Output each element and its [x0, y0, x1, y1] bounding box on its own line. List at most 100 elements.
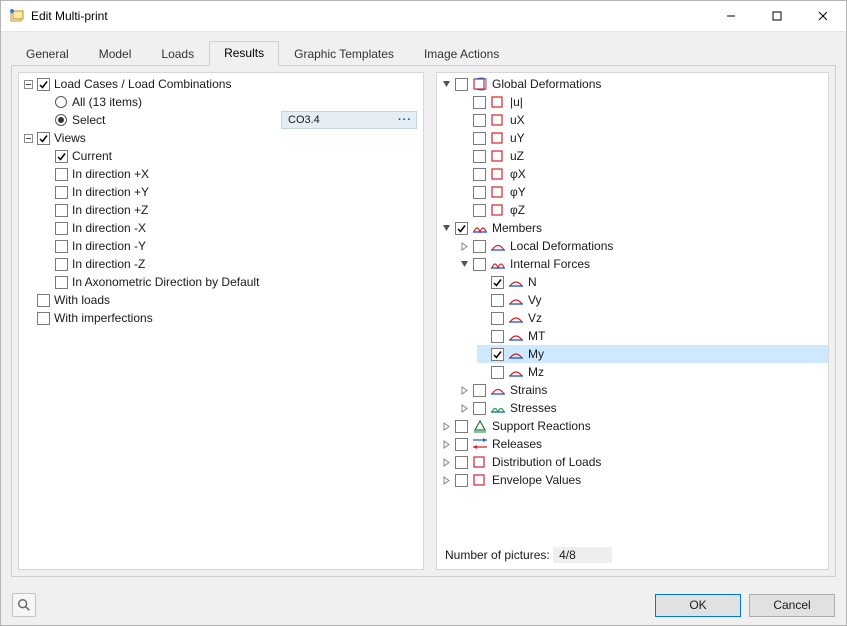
checkbox-ux[interactable]	[473, 114, 486, 127]
member-diagram-icon	[508, 328, 524, 344]
chevron-right-icon[interactable]	[459, 385, 470, 396]
deformation-icon	[490, 202, 506, 218]
checkbox-dir-mx[interactable]	[55, 222, 68, 235]
label-releases: Releases	[492, 437, 542, 451]
checkbox-with-loads[interactable]	[37, 294, 50, 307]
member-diagram-icon	[472, 220, 488, 236]
label-members: Members	[492, 221, 542, 235]
right-tree: Global Deformations |u| uX uY uZ φX φY φ…	[437, 73, 828, 495]
label-support-reactions: Support Reactions	[492, 419, 591, 433]
label-select: Select	[72, 113, 105, 127]
checkbox-support-reactions[interactable]	[455, 420, 468, 433]
checkbox-dir-mz[interactable]	[55, 258, 68, 271]
chevron-right-icon[interactable]	[459, 403, 470, 414]
checkbox-internal-forces[interactable]	[473, 258, 486, 271]
label-dir-pz: In direction +Z	[72, 203, 148, 217]
collapse-icon[interactable]	[23, 79, 34, 90]
label-internal-forces: Internal Forces	[510, 257, 590, 271]
checkbox-dir-py[interactable]	[55, 186, 68, 199]
checkbox-distribution[interactable]	[455, 456, 468, 469]
label-mt: MT	[528, 329, 545, 343]
checkbox-current[interactable]	[55, 150, 68, 163]
deformation-icon	[472, 454, 488, 470]
chevron-right-icon[interactable]	[441, 475, 452, 486]
chevron-right-icon[interactable]	[441, 457, 452, 468]
label-vy: Vy	[528, 293, 542, 307]
content: Load Cases / Load Combinations All (13 i…	[11, 66, 836, 577]
tab-model[interactable]: Model	[84, 42, 147, 66]
label-distribution: Distribution of Loads	[492, 455, 601, 469]
checkbox-envelope[interactable]	[455, 474, 468, 487]
checkbox-loadcases[interactable]	[37, 78, 50, 91]
radio-select[interactable]	[55, 114, 67, 126]
checkbox-my[interactable]	[491, 348, 504, 361]
checkbox-dir-pz[interactable]	[55, 204, 68, 217]
chevron-right-icon[interactable]	[441, 439, 452, 450]
support-icon	[472, 418, 488, 434]
tab-graphic-templates[interactable]: Graphic Templates	[279, 42, 409, 66]
chevron-down-icon[interactable]	[441, 223, 452, 234]
deformation-icon	[472, 472, 488, 488]
checkbox-n[interactable]	[491, 276, 504, 289]
checkbox-uy[interactable]	[473, 132, 486, 145]
checkbox-local-def[interactable]	[473, 240, 486, 253]
collapse-icon[interactable]	[23, 133, 34, 144]
label-envelope: Envelope Values	[492, 473, 581, 487]
ellipsis-icon[interactable]: ···	[396, 113, 414, 127]
checkbox-mz[interactable]	[491, 366, 504, 379]
left-pane: Load Cases / Load Combinations All (13 i…	[18, 72, 424, 570]
tab-image-actions[interactable]: Image Actions	[409, 42, 514, 66]
label-stresses: Stresses	[510, 401, 557, 415]
chevron-down-icon[interactable]	[441, 79, 452, 90]
label-n: N	[528, 275, 537, 289]
label-dir-mx: In direction -X	[72, 221, 146, 235]
member-diagram-icon	[508, 346, 524, 362]
checkbox-axonometric[interactable]	[55, 276, 68, 289]
chevron-right-icon[interactable]	[459, 241, 470, 252]
checkbox-global-def[interactable]	[455, 78, 468, 91]
tab-general[interactable]: General	[11, 42, 84, 66]
label-views: Views	[54, 131, 86, 145]
deformation-icon	[490, 130, 506, 146]
ok-button[interactable]: OK	[655, 594, 741, 617]
checkbox-mt[interactable]	[491, 330, 504, 343]
deformation-icon	[490, 166, 506, 182]
checkbox-uz[interactable]	[473, 150, 486, 163]
checkbox-with-imperfections[interactable]	[37, 312, 50, 325]
checkbox-vy[interactable]	[491, 294, 504, 307]
chevron-down-icon[interactable]	[459, 259, 470, 270]
chevron-right-icon[interactable]	[441, 421, 452, 432]
maximize-button[interactable]	[754, 1, 800, 31]
bottombar: OK Cancel	[1, 585, 846, 625]
label-with-loads: With loads	[54, 293, 110, 307]
label-phiy: φY	[510, 185, 526, 199]
checkbox-members[interactable]	[455, 222, 468, 235]
checkbox-dir-px[interactable]	[55, 168, 68, 181]
checkbox-phiy[interactable]	[473, 186, 486, 199]
checkbox-dir-my[interactable]	[55, 240, 68, 253]
deformation-icon	[472, 76, 488, 92]
label-dir-px: In direction +X	[72, 167, 149, 181]
checkbox-strains[interactable]	[473, 384, 486, 397]
close-button[interactable]	[800, 1, 846, 31]
checkbox-phiz[interactable]	[473, 204, 486, 217]
deformation-icon	[490, 112, 506, 128]
checkbox-views[interactable]	[37, 132, 50, 145]
label-phix: φX	[510, 167, 526, 181]
help-button[interactable]	[12, 593, 36, 617]
minimize-button[interactable]	[708, 1, 754, 31]
label-axonometric: In Axonometric Direction by Default	[72, 275, 259, 289]
checkbox-releases[interactable]	[455, 438, 468, 451]
select-value-field[interactable]: CO3.4 ···	[281, 111, 417, 129]
label-uy: uY	[510, 131, 525, 145]
right-footer: Number of pictures: 4/8	[437, 541, 828, 569]
checkbox-phix[interactable]	[473, 168, 486, 181]
tab-results[interactable]: Results	[209, 41, 279, 66]
checkbox-u[interactable]	[473, 96, 486, 109]
radio-all[interactable]	[55, 96, 67, 108]
checkbox-stresses[interactable]	[473, 402, 486, 415]
tab-loads[interactable]: Loads	[146, 42, 209, 66]
cancel-button[interactable]: Cancel	[749, 594, 835, 617]
checkbox-vz[interactable]	[491, 312, 504, 325]
label-dir-py: In direction +Y	[72, 185, 149, 199]
